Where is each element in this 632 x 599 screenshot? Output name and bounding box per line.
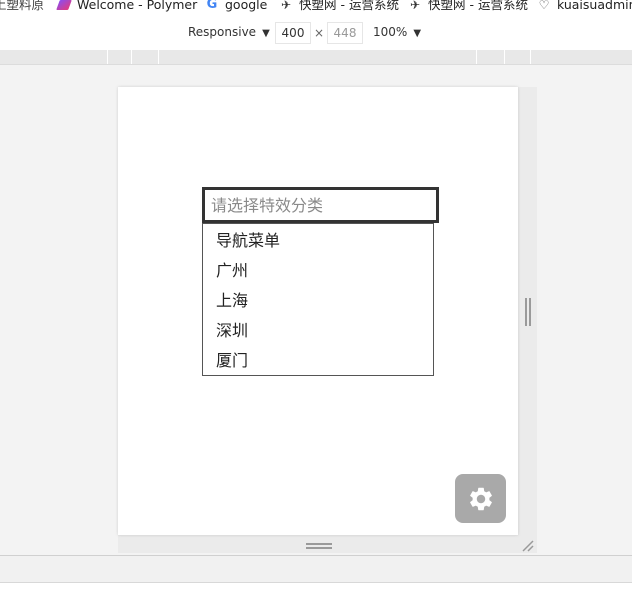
viewport-height-input[interactable] — [327, 22, 363, 44]
bookmark-cut[interactable]: 上塑料原 — [0, 0, 44, 12]
google-icon: G — [206, 0, 218, 12]
device-mode-label: Responsive — [188, 25, 257, 39]
bookmark-label: kuaisuadmin/ — [557, 0, 632, 12]
ruler-tick — [530, 50, 531, 64]
ruler-tick — [504, 50, 505, 64]
viewport-bottom-resize-handle[interactable] — [306, 543, 332, 549]
dropdown-option[interactable]: 厦门 — [203, 346, 433, 376]
bookmark-label: 上塑料原 — [0, 0, 45, 12]
bookmark-label: Welcome - Polymer — [77, 0, 198, 12]
gear-icon — [469, 487, 492, 510]
bookmark-google[interactable]: G google — [205, 0, 268, 12]
ruler-tick — [107, 50, 108, 64]
bookmark-kuai-2[interactable]: ✈ 快塑网 - 运营系统 — [408, 0, 528, 12]
bookmark-label: 快塑网 - 运营系统 — [428, 0, 528, 12]
dimension-separator: × — [314, 26, 325, 40]
category-dropdown: 导航菜单 广州 上海 深圳 厦门 — [202, 223, 434, 376]
dropdown-option[interactable]: 深圳 — [203, 316, 433, 346]
ruler-tick — [131, 50, 132, 64]
kuai-icon: ✈ — [409, 0, 421, 12]
viewport-right-resize-handle[interactable] — [525, 298, 531, 326]
zoom-label: 100% — [373, 25, 408, 39]
chevron-down-icon: ▼ — [262, 28, 270, 39]
bookmark-label: google — [225, 0, 268, 12]
dropdown-option[interactable]: 导航菜单 — [203, 226, 433, 256]
category-select-input[interactable] — [202, 187, 439, 223]
heart-icon: ♡ — [538, 0, 550, 12]
media-query-ruler[interactable] — [0, 50, 632, 65]
viewport-width-input[interactable] — [275, 22, 311, 44]
devtools-bottom-bar — [0, 555, 632, 583]
dropdown-option[interactable]: 广州 — [203, 256, 433, 286]
bookmark-kuaiadmin[interactable]: ♡ kuaisuadmin/ — [537, 0, 632, 12]
ruler-tick — [476, 50, 477, 64]
device-toolbar: Responsive ▼ × 100% ▼ — [0, 14, 632, 51]
kuai-icon: ✈ — [280, 0, 292, 12]
chevron-down-icon: ▼ — [413, 28, 422, 39]
polymer-icon — [57, 0, 71, 12]
settings-button[interactable] — [455, 474, 506, 523]
bookmark-label: 快塑网 - 运营系统 — [299, 0, 399, 12]
ruler-tick — [158, 50, 159, 64]
zoom-select[interactable]: 100% ▼ — [373, 25, 421, 39]
bookmark-polymer[interactable]: Welcome - Polymer — [57, 0, 197, 12]
devtools-bottom-strip — [0, 582, 632, 599]
dropdown-option[interactable]: 上海 — [203, 286, 433, 316]
bookmarks-bar: 上塑料原 Welcome - Polymer G google ✈ 快塑网 - … — [0, 0, 632, 14]
corner-resize-icon[interactable] — [520, 538, 534, 552]
device-mode-select[interactable]: Responsive ▼ — [188, 25, 270, 39]
bookmark-kuai-1[interactable]: ✈ 快塑网 - 运营系统 — [279, 0, 399, 12]
